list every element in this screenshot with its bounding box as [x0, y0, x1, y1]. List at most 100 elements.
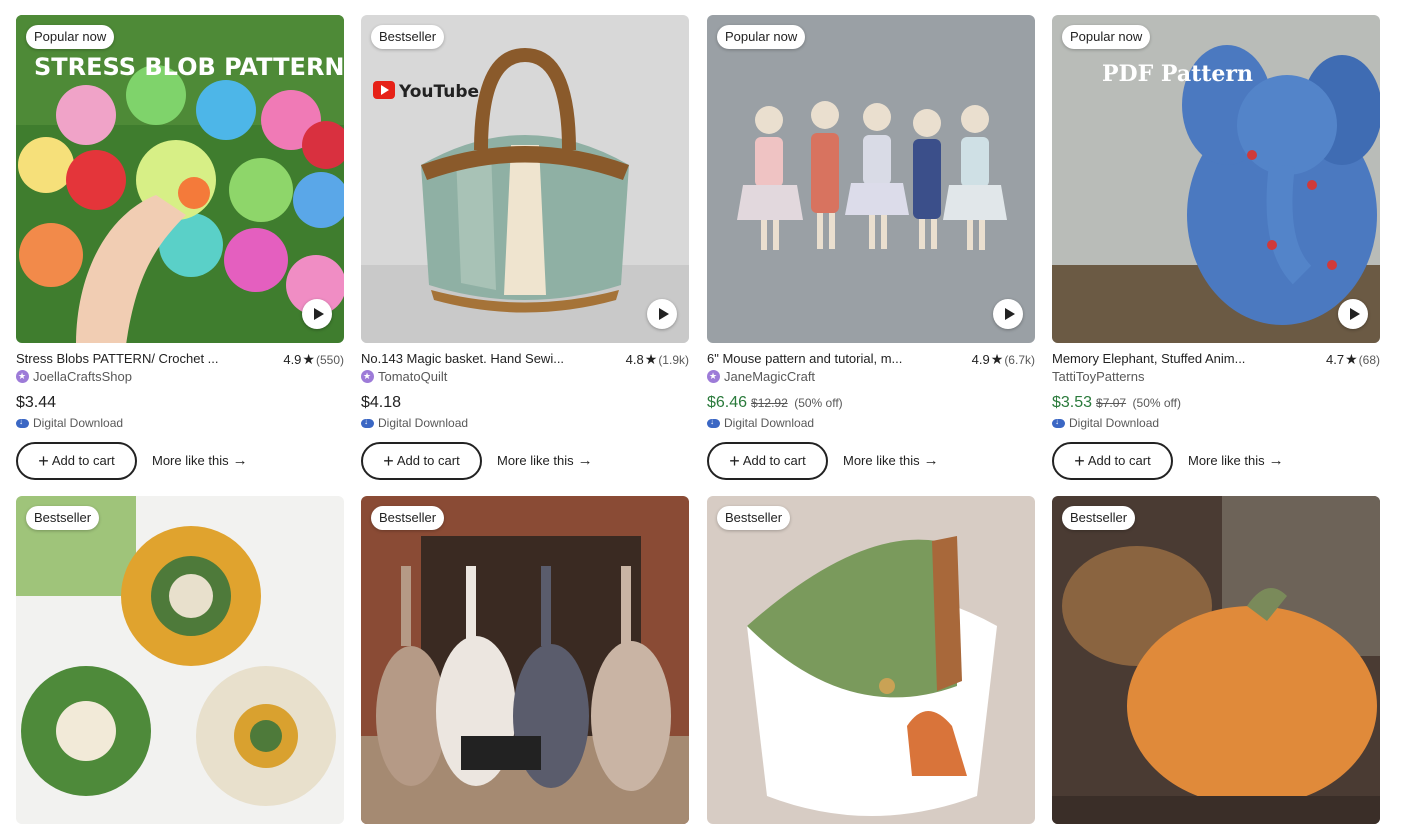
delivery-label: Digital Download: [724, 416, 815, 430]
discount-label: (50% off): [1132, 396, 1181, 410]
listing-title[interactable]: No.143 Magic basket. Hand Sewi...: [361, 350, 583, 368]
listing-badge: Bestseller: [717, 506, 791, 530]
listing-title[interactable]: Stress Blobs PATTERN/ Crochet ...: [16, 350, 238, 368]
rating-value: 4.7: [1326, 352, 1345, 367]
star-seller-icon: [361, 369, 374, 383]
shop-name-row[interactable]: JaneMagicCraft: [707, 368, 1035, 386]
delivery-info: Digital Download: [1052, 414, 1380, 432]
shop-name[interactable]: JaneMagicCraft: [724, 369, 815, 384]
add-to-cart-button[interactable]: + Add to cart: [1052, 442, 1173, 480]
add-to-cart-button[interactable]: + Add to cart: [361, 442, 482, 480]
listing-image[interactable]: STRESS BLOB PATTERN Popular now: [16, 15, 344, 343]
rating-value: 4.8: [625, 352, 644, 367]
rating-value: 4.9: [971, 352, 990, 367]
listing-card[interactable]: Popular now 6" Mouse pattern and tutoria…: [707, 15, 1035, 480]
rating-value: 4.9: [283, 352, 302, 367]
delivery-label: Digital Download: [33, 416, 124, 430]
arrow-right-icon: →: [1268, 452, 1284, 469]
listing-image[interactable]: Bestseller: [361, 496, 689, 824]
review-count: (68): [1358, 353, 1380, 367]
star-icon: ★: [302, 351, 315, 367]
listing-rating: 4.9★(6.7k): [972, 350, 1035, 369]
more-like-this-link[interactable]: More like this →: [1188, 442, 1284, 480]
listing-photo: YouTube: [361, 15, 689, 343]
original-price: $12.92: [751, 396, 788, 410]
listing-image[interactable]: Popular now: [707, 15, 1035, 343]
listing-image[interactable]: YouTube Bestseller: [361, 15, 689, 343]
image-overlay-text: YouTube: [398, 82, 479, 102]
delivery-info: Digital Download: [16, 414, 344, 432]
shop-name-row[interactable]: TomatoQuilt: [361, 368, 689, 386]
shop-name[interactable]: TomatoQuilt: [378, 369, 447, 384]
listing-photo: STRESS BLOB PATTERN: [16, 15, 344, 343]
shop-name-row[interactable]: TattiToyPatterns: [1052, 368, 1380, 386]
listing-badge: Bestseller: [26, 506, 100, 530]
price-row: $6.46 $12.92 (50% off): [707, 392, 1035, 414]
shop-name[interactable]: TattiToyPatterns: [1052, 369, 1145, 384]
play-icon[interactable]: [647, 299, 677, 329]
listing-badge: Bestseller: [371, 25, 445, 49]
star-seller-icon: [707, 369, 720, 383]
plus-icon: +: [38, 451, 49, 471]
shop-name-row[interactable]: JoellaCraftsShop: [16, 368, 344, 386]
review-count: (550): [315, 353, 344, 367]
listing-image[interactable]: Bestseller: [707, 496, 1035, 824]
listing-title[interactable]: 6" Mouse pattern and tutorial, m...: [707, 350, 929, 368]
more-like-this-link[interactable]: More like this →: [843, 442, 939, 480]
listing-photo: [1052, 496, 1380, 824]
listing-photo: [361, 496, 689, 824]
sale-price: $3.53: [1052, 394, 1093, 411]
listing-photo: [16, 496, 344, 824]
price-row: $3.53 $7.07 (50% off): [1052, 392, 1380, 414]
review-count: (6.7k): [1004, 353, 1035, 367]
star-icon: ★: [644, 351, 658, 367]
more-like-this-label: More like this: [843, 453, 920, 468]
more-like-this-link[interactable]: More like this →: [497, 442, 593, 480]
cloud-download-icon: [707, 416, 720, 428]
listing-image[interactable]: Bestseller: [1052, 496, 1380, 824]
listing-photo: [707, 15, 1035, 343]
star-seller-icon: [16, 369, 29, 383]
play-icon[interactable]: [993, 299, 1023, 329]
plus-icon: +: [729, 451, 740, 471]
listing-rating: 4.7★(68): [1326, 350, 1380, 369]
listing-photo: [707, 496, 1035, 824]
listing-card[interactable]: Bestseller: [707, 496, 1035, 824]
sale-price: $6.46: [707, 394, 748, 411]
delivery-label: Digital Download: [1069, 416, 1160, 430]
more-like-this-link[interactable]: More like this →: [152, 442, 248, 480]
listing-badge: Popular now: [1062, 25, 1151, 49]
listing-card[interactable]: Bestseller: [1052, 496, 1380, 824]
play-icon[interactable]: [1338, 299, 1368, 329]
delivery-label: Digital Download: [378, 416, 469, 430]
add-to-cart-label: Add to cart: [1087, 453, 1151, 468]
add-to-cart-button[interactable]: + Add to cart: [16, 442, 137, 480]
add-to-cart-button[interactable]: + Add to cart: [707, 442, 828, 480]
price-row: $4.18: [361, 392, 689, 414]
price-row: $3.44: [16, 392, 344, 414]
shop-name[interactable]: JoellaCraftsShop: [33, 369, 132, 384]
delivery-info: Digital Download: [361, 414, 689, 432]
listing-title[interactable]: Memory Elephant, Stuffed Anim...: [1052, 350, 1274, 368]
listing-rating: 4.9★(550): [283, 350, 344, 369]
add-to-cart-label: Add to cart: [742, 453, 806, 468]
listing-image[interactable]: Bestseller: [16, 496, 344, 824]
listing-photo: PDF Pattern: [1052, 15, 1380, 343]
arrow-right-icon: →: [232, 452, 248, 469]
more-like-this-label: More like this: [497, 453, 574, 468]
play-icon[interactable]: [302, 299, 332, 329]
listing-image[interactable]: PDF Pattern Popular now: [1052, 15, 1380, 343]
cloud-download-icon: [1052, 416, 1065, 428]
listing-card[interactable]: PDF Pattern Popular now Memory Elephant,…: [1052, 15, 1380, 480]
listing-card[interactable]: YouTube Bestseller No.143 Magic basket. …: [361, 15, 689, 480]
listing-card[interactable]: STRESS BLOB PATTERN Popular now Stress B…: [16, 15, 344, 480]
cloud-download-icon: [16, 416, 29, 428]
listing-card[interactable]: Bestseller: [16, 496, 344, 824]
review-count: (1.9k): [658, 353, 689, 367]
arrow-right-icon: →: [577, 452, 593, 469]
listing-card[interactable]: Bestseller: [361, 496, 689, 824]
delivery-info: Digital Download: [707, 414, 1035, 432]
more-like-this-label: More like this: [1188, 453, 1265, 468]
image-overlay-text: STRESS BLOB PATTERN: [34, 53, 344, 81]
listing-badge: Bestseller: [1062, 506, 1136, 530]
